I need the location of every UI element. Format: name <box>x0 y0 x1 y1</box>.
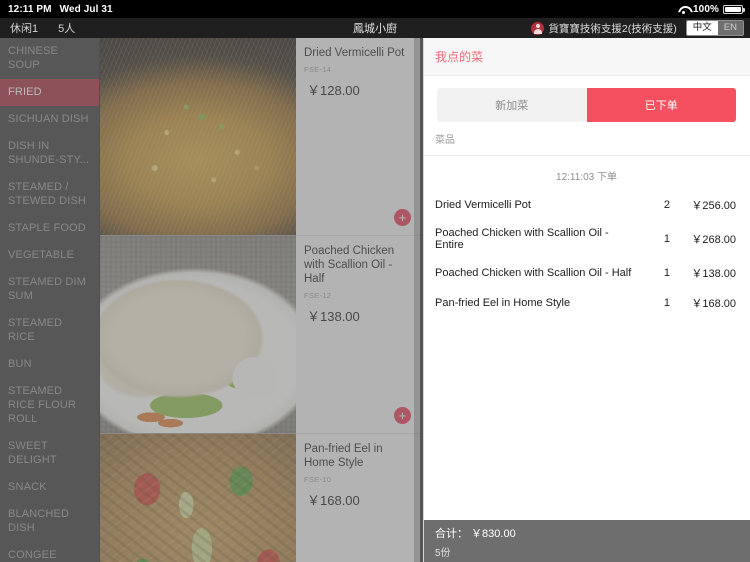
order-item-name: Poached Chicken with Scallion Oil - Enti… <box>435 227 609 251</box>
dish-list[interactable]: Dried Vermicelli Pot FSE-14 ￥128.00 + Poach… <box>100 38 420 562</box>
sidebar-item-label: STAPLE FOOD <box>8 222 86 234</box>
sidebar-item-label: SNACK <box>8 481 47 493</box>
sidebar-item-label: FRIED <box>8 86 42 98</box>
dish-code: FSE-12 <box>304 291 332 300</box>
order-tabs[interactable]: 新加菜 已下单 <box>437 88 736 122</box>
language-switch[interactable]: 中文 EN <box>685 19 744 37</box>
battery-percent: 100% <box>693 3 719 15</box>
status-time: 12:11 PM <box>8 3 52 15</box>
dish-code: FSE-14 <box>304 65 332 74</box>
sidebar-item-label: DISH IN SHUNDE-STY... <box>8 140 90 166</box>
order-count-label: 5份 <box>435 548 451 559</box>
sidebar-item-steamed-rice-flour-roll[interactable]: STEAMED RICE FLOUR ROLL <box>0 378 99 433</box>
sidebar-item-label: STEAMED / STEWED DISH <box>8 181 87 207</box>
app-header: 休闲1 5人 鳳城小廚 貨寶寶技術支援2(技術支援) 中文 EN <box>0 18 750 38</box>
dish-card[interactable]: Dried Vermicelli Pot FSE-14 ￥128.00 + <box>100 38 420 235</box>
sidebar-item-label: CHINESE SOUP <box>8 45 58 71</box>
sidebar-item-steamed-stewed-dish[interactable]: STEAMED / STEWED DISH <box>0 174 99 215</box>
lang-en-button[interactable]: EN <box>717 20 743 36</box>
sidebar-item-label: CONGEE <box>8 549 57 561</box>
dish-price: ￥168.00 <box>307 493 360 508</box>
order-row[interactable]: Poached Chicken with Scallion Oil - Half… <box>423 258 750 288</box>
dish-card[interactable]: Pan-fried Eel in Home Style FSE-10 ￥168.00 <box>100 434 420 562</box>
order-item-qty: 1 <box>663 297 670 309</box>
sidebar-item-label: BUN <box>8 358 32 370</box>
sidebar-item-congee[interactable]: CONGEE <box>0 542 99 562</box>
order-panel-header: 我点的菜 <box>423 38 750 76</box>
order-panel-title: 我点的菜 <box>435 50 484 64</box>
dish-info: Pan-fried Eel in Home Style FSE-10 ￥168.00 <box>296 434 420 562</box>
order-item-qty: 2 <box>663 199 670 211</box>
order-row[interactable]: Poached Chicken with Scallion Oil - Enti… <box>423 220 750 258</box>
order-footer: 合计： ￥830.00 5份 <box>423 520 750 562</box>
dish-name: Poached Chicken with Scallion Oil - Half <box>304 245 395 285</box>
order-column-header: 菜品 <box>423 122 750 156</box>
ios-status-bar: 12:11 PM Wed Jul 31 100% <box>0 0 750 18</box>
sidebar-item-label: VEGETABLE <box>8 249 74 261</box>
sidebar-item-snack[interactable]: SNACK <box>0 474 99 501</box>
order-item-name: Poached Chicken with Scallion Oil - Half <box>435 267 632 279</box>
dish-name: Pan-fried Eel in Home Style <box>304 443 383 469</box>
status-right-cluster: 100% <box>678 3 745 15</box>
order-item-price: ￥256.00 <box>691 200 736 212</box>
order-row[interactable]: Pan-fried Eel in Home Style 1 ￥168.00 <box>423 288 750 318</box>
app-root: 12:11 PM Wed Jul 31 100% 休闲1 5人 鳳城小廚 貨寶寶… <box>0 0 750 562</box>
dish-price: ￥138.00 <box>307 309 360 324</box>
order-item-qty: 1 <box>663 267 670 279</box>
panel-left-edge <box>423 38 424 562</box>
table-label[interactable]: 休闲1 <box>10 20 38 36</box>
sidebar-item-staple-food[interactable]: STAPLE FOOD <box>0 215 99 242</box>
order-item-name: Pan-fried Eel in Home Style <box>435 297 571 309</box>
sidebar-item-bun[interactable]: BUN <box>0 351 99 378</box>
dish-info: Dried Vermicelli Pot FSE-14 ￥128.00 + <box>296 38 420 235</box>
sidebar-item-sichuan-dish[interactable]: SICHUAN DISH <box>0 106 99 133</box>
dish-card[interactable]: Poached Chicken with Scallion Oil - Half… <box>100 236 420 433</box>
tab-placed-order[interactable]: 已下单 <box>586 88 736 122</box>
order-item-price: ￥268.00 <box>691 234 736 246</box>
sidebar-item-steamed-rice[interactable]: STEAMED RICE <box>0 310 99 351</box>
dish-info: Poached Chicken with Scallion Oil - Half… <box>296 236 420 433</box>
dish-photo[interactable] <box>100 236 296 433</box>
order-item-price: ￥168.00 <box>691 298 736 310</box>
header-right-cluster: 貨寶寶技術支援2(技術支援) 中文 EN <box>531 19 744 37</box>
add-dish-plus-icon[interactable]: + <box>394 209 411 226</box>
order-row-list[interactable]: Dried Vermicelli Pot 2 ￥256.00 Poached Chic… <box>423 190 750 520</box>
user-name-label[interactable]: 貨寶寶技術支援2(技術支援) <box>548 21 676 36</box>
people-count-label[interactable]: 5人 <box>58 20 75 36</box>
order-item-price: ￥138.00 <box>691 268 736 280</box>
battery-icon <box>723 4 745 14</box>
dish-photo[interactable] <box>100 434 296 562</box>
add-dish-plus-icon[interactable]: + <box>394 407 411 424</box>
dish-photo[interactable] <box>100 38 296 235</box>
dish-name: Dried Vermicelli Pot <box>304 47 405 59</box>
sidebar-item-label: STEAMED RICE <box>8 317 63 343</box>
lang-cn-button[interactable]: 中文 <box>686 20 718 36</box>
order-row[interactable]: Dried Vermicelli Pot 2 ￥256.00 <box>423 190 750 220</box>
user-avatar-icon <box>531 21 545 35</box>
sidebar-item-label: SWEET DELIGHT <box>8 440 57 466</box>
sidebar-item-sweet-delight[interactable]: SWEET DELIGHT <box>0 433 99 474</box>
sidebar-item-blanched-dish[interactable]: BLANCHED DISH <box>0 501 99 542</box>
dish-price: ￥128.00 <box>307 83 360 98</box>
sidebar-item-vegetable[interactable]: VEGETABLE <box>0 242 99 269</box>
sidebar-item-dish-in-shunde-sty[interactable]: DISH IN SHUNDE-STY... <box>0 133 99 174</box>
order-panel: 我点的菜 新加菜 已下单 菜品 12:11:03 下单 Dried Vermic… <box>423 38 750 562</box>
order-item-name: Dried Vermicelli Pot <box>435 199 531 211</box>
sidebar-item-chinese-soup[interactable]: CHINESE SOUP <box>0 38 99 79</box>
sidebar-item-label: STEAMED RICE FLOUR ROLL <box>8 385 77 425</box>
sidebar-item-label: BLANCHED DISH <box>8 508 70 534</box>
tab-new-items[interactable]: 新加菜 <box>437 88 587 122</box>
sidebar-item-label: STEAMED DIM SUM <box>8 276 87 302</box>
category-sidebar[interactable]: CHINESE SOUP FRIED SICHUAN DISH DISH IN SHU… <box>0 38 100 562</box>
dish-code: FSE-10 <box>304 475 332 484</box>
status-date: Wed Jul 31 <box>59 3 113 15</box>
sidebar-item-fried[interactable]: FRIED <box>0 79 99 106</box>
order-item-qty: 1 <box>663 233 670 245</box>
wifi-icon <box>678 5 689 14</box>
order-total-label: 合计： ￥830.00 <box>435 528 516 540</box>
sidebar-item-steamed-dim-sum[interactable]: STEAMED DIM SUM <box>0 269 99 310</box>
order-timestamp: 12:11:03 下单 <box>556 172 617 183</box>
sidebar-item-label: SICHUAN DISH <box>8 113 89 125</box>
